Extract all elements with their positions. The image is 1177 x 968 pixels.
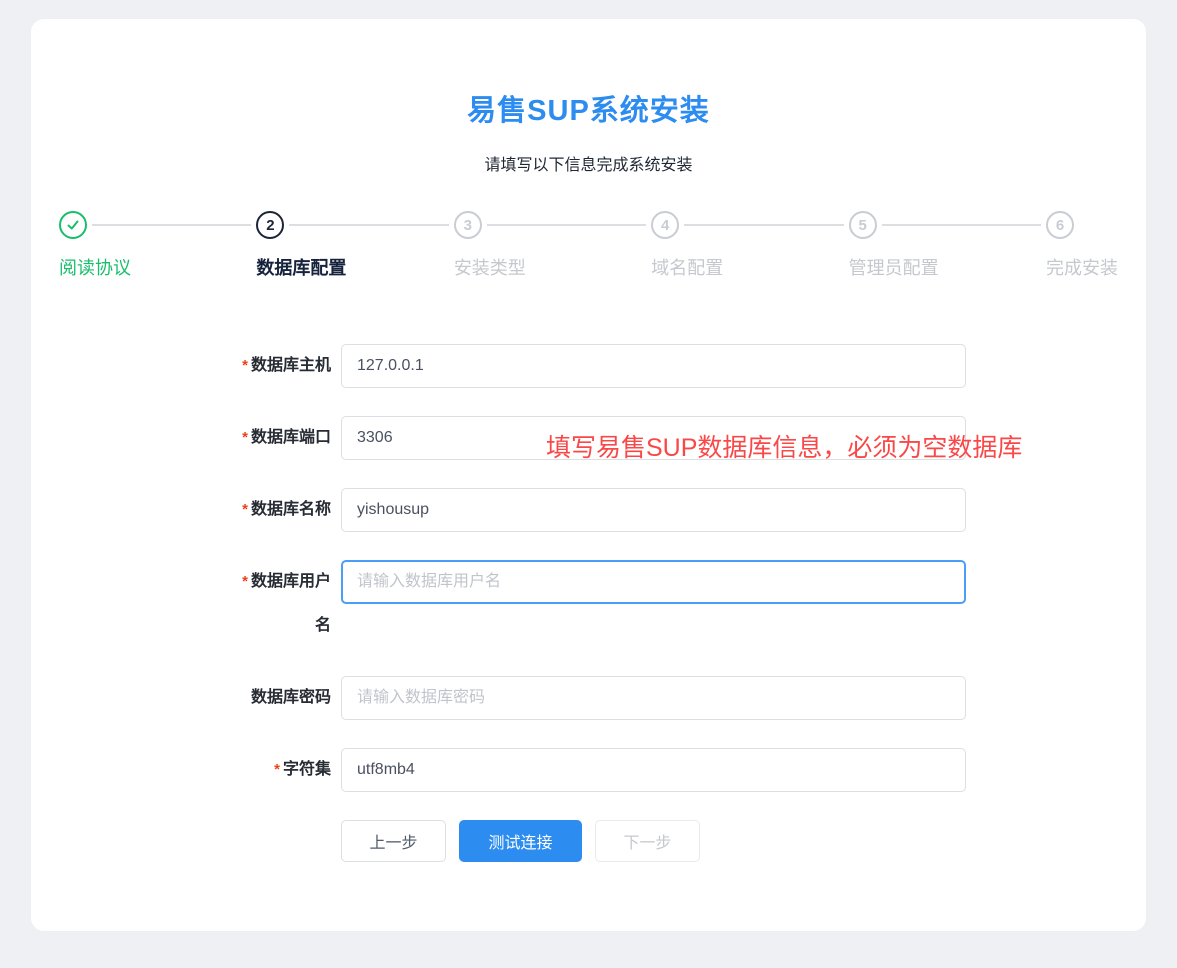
install-wizard-card: 易售SUP系统安装 请填写以下信息完成系统安装 阅读协议 2 数据库配置	[30, 18, 1147, 932]
step-4-circle: 4	[651, 211, 679, 239]
step-connector	[487, 224, 646, 226]
form-row-db-password: 数据库密码	[229, 676, 969, 720]
database-config-form: *数据库主机 *数据库端口 *数据库名称 *数据库用户名 数据库密码 *字符集	[229, 344, 969, 792]
required-asterisk: *	[242, 429, 248, 446]
required-asterisk: *	[242, 501, 248, 518]
step-finish-install: 6 完成安装	[1046, 211, 1118, 280]
step-database-config: 2 数据库配置	[256, 211, 453, 280]
db-port-label: *数据库端口	[229, 416, 331, 460]
step-6-label: 完成安装	[1046, 254, 1118, 280]
prev-step-button[interactable]: 上一步	[341, 820, 446, 862]
db-name-input[interactable]	[341, 488, 966, 532]
step-4-label: 域名配置	[651, 254, 848, 280]
required-asterisk: *	[242, 573, 248, 590]
db-username-input[interactable]	[341, 560, 966, 604]
form-row-charset: *字符集	[229, 748, 969, 792]
required-asterisk: *	[242, 357, 248, 374]
install-stepper: 阅读协议 2 数据库配置 3 安装类型 4 域名配置 5	[59, 211, 1118, 280]
step-connector	[289, 224, 448, 226]
step-1-circle	[59, 211, 87, 239]
db-username-label: *数据库用户名	[229, 560, 331, 648]
db-hint-annotation: 填写易售SUP数据库信息，必须为空数据库	[546, 428, 1022, 464]
step-3-label: 安装类型	[454, 254, 651, 280]
db-name-label: *数据库名称	[229, 488, 331, 532]
step-6-circle: 6	[1046, 211, 1074, 239]
step-connector	[882, 224, 1041, 226]
required-asterisk: *	[274, 761, 280, 778]
step-read-agreement: 阅读协议	[59, 211, 256, 280]
form-row-db-name: *数据库名称	[229, 488, 969, 532]
db-password-input[interactable]	[341, 676, 966, 720]
form-actions: 上一步 测试连接 下一步	[341, 820, 1146, 862]
step-admin-config: 5 管理员配置	[849, 211, 1046, 280]
step-domain-config: 4 域名配置	[651, 211, 848, 280]
next-step-button[interactable]: 下一步	[595, 820, 700, 862]
db-host-input[interactable]	[341, 344, 966, 388]
step-install-type: 3 安装类型	[454, 211, 651, 280]
step-3-circle: 3	[454, 211, 482, 239]
test-connection-button[interactable]: 测试连接	[459, 820, 582, 862]
db-password-label: 数据库密码	[229, 676, 331, 720]
page-subtitle: 请填写以下信息完成系统安装	[31, 151, 1146, 175]
step-connector	[92, 224, 251, 226]
step-5-circle: 5	[849, 211, 877, 239]
step-2-circle: 2	[256, 211, 284, 239]
step-5-label: 管理员配置	[849, 254, 1046, 280]
step-2-label: 数据库配置	[256, 254, 453, 280]
form-row-db-username: *数据库用户名	[229, 560, 969, 648]
db-host-label: *数据库主机	[229, 344, 331, 388]
step-1-label: 阅读协议	[59, 254, 256, 280]
page-title: 易售SUP系统安装	[31, 87, 1146, 129]
check-icon	[66, 218, 80, 232]
charset-input[interactable]	[341, 748, 966, 792]
charset-label: *字符集	[229, 748, 331, 792]
step-connector	[684, 224, 843, 226]
form-row-db-host: *数据库主机	[229, 344, 969, 388]
